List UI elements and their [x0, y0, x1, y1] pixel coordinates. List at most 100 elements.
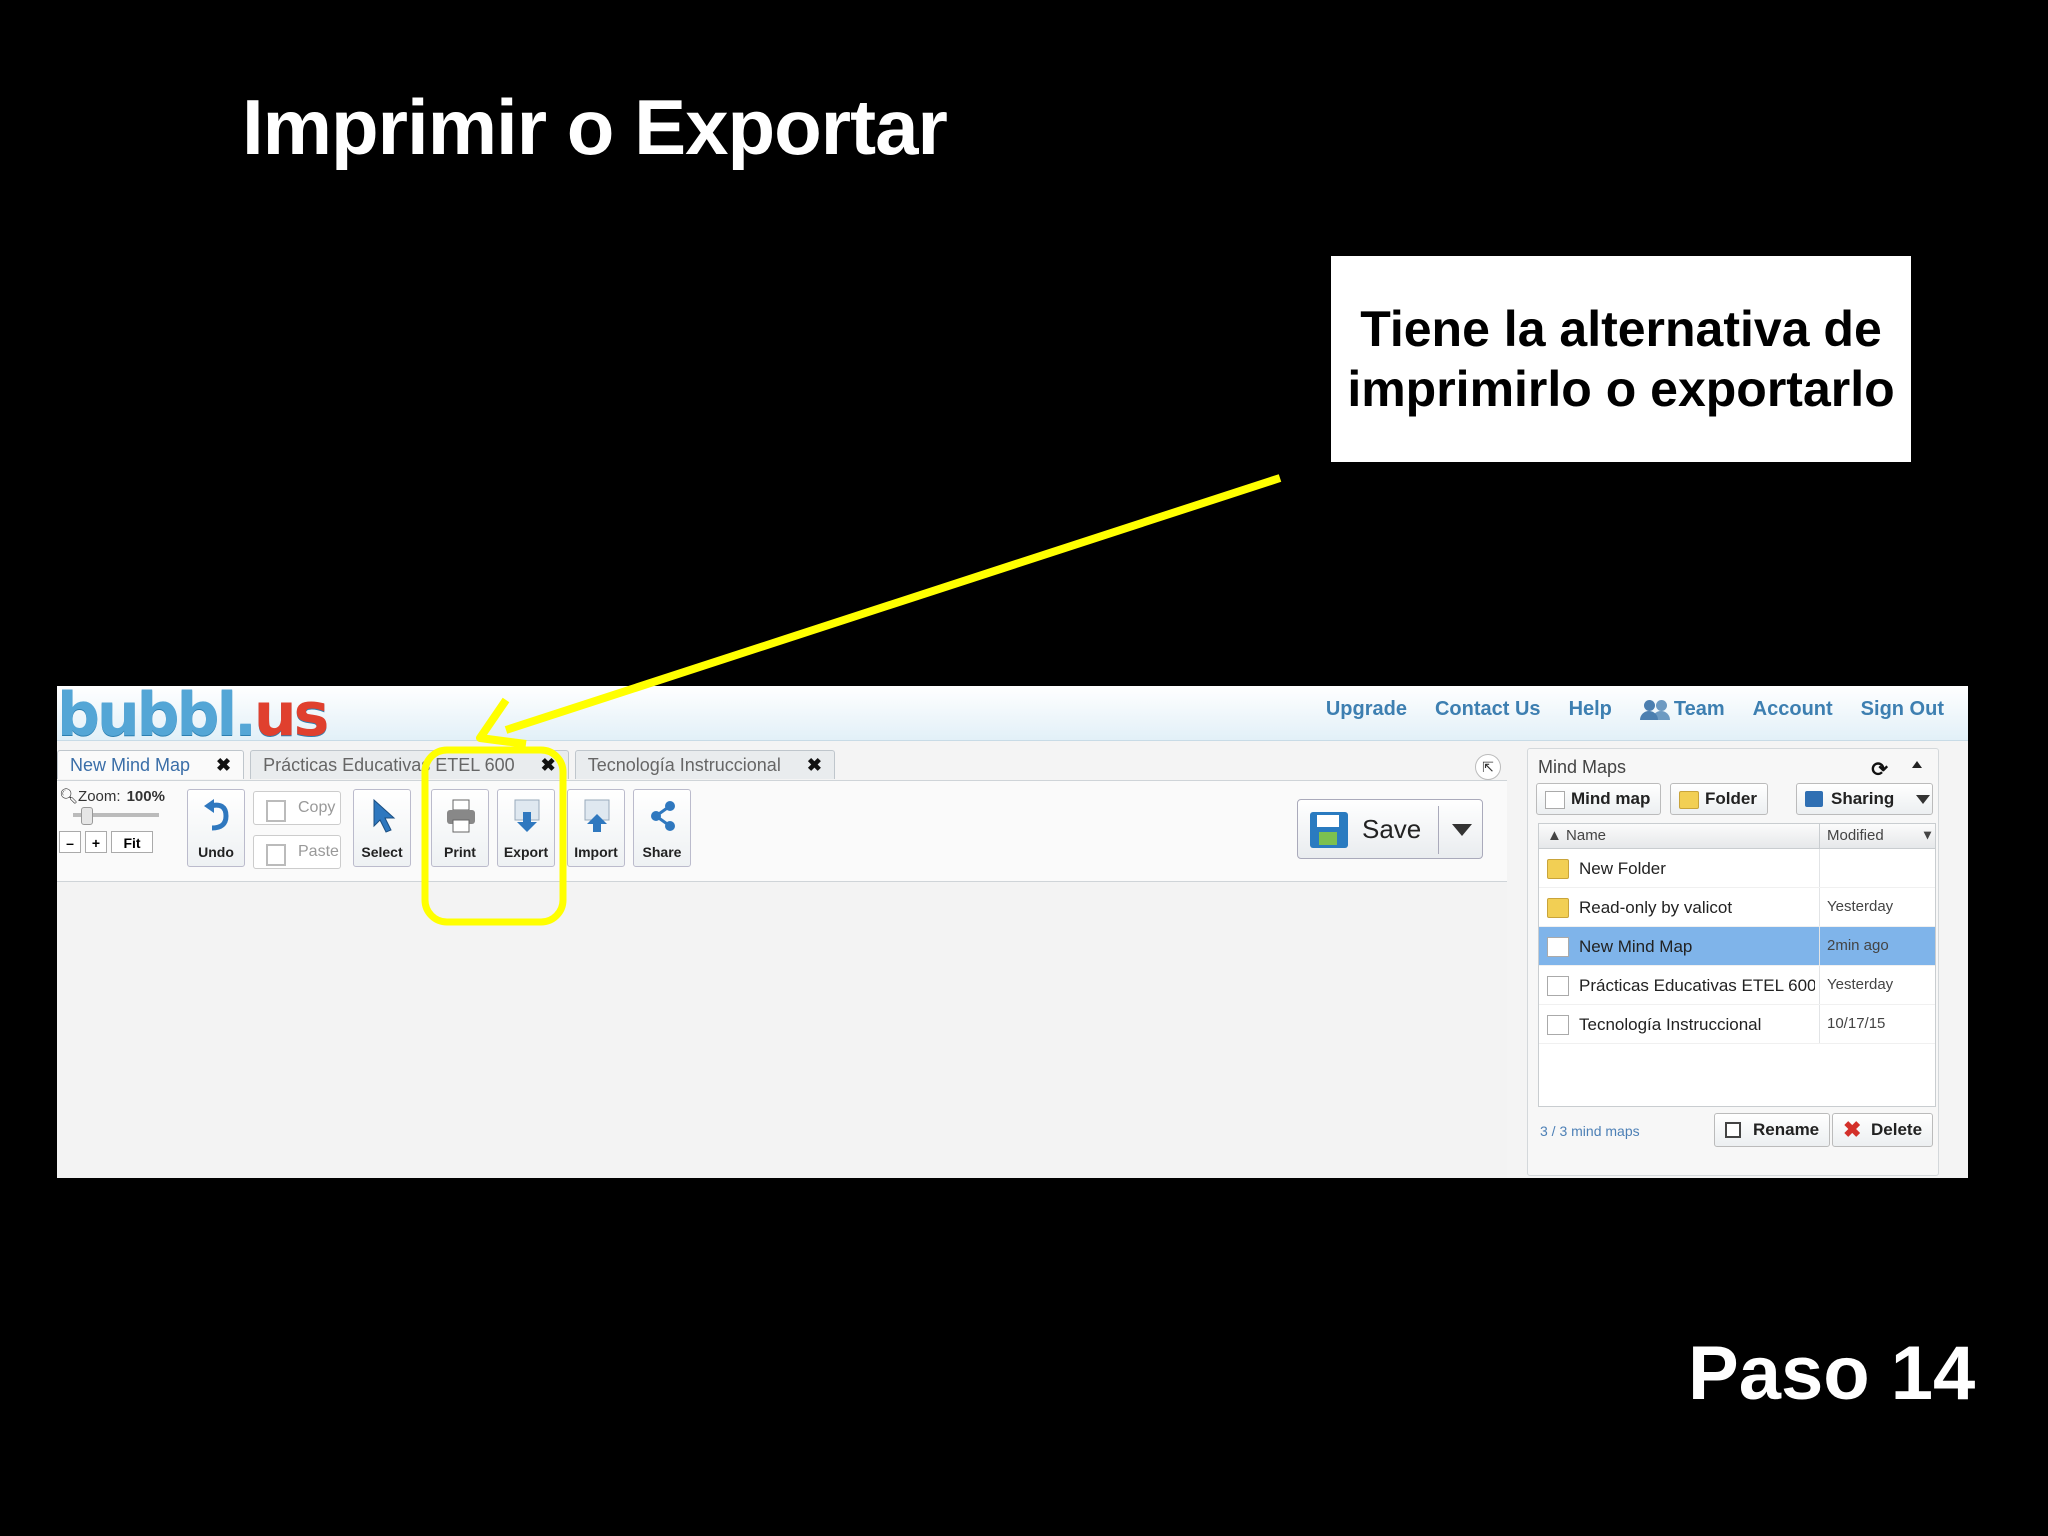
zoom-slider-knob[interactable]: [81, 807, 93, 825]
step-label: Paso 14: [1688, 1331, 1976, 1416]
bubblus-app-window: bubbl.us Upgrade Contact Us Help Team Ac…: [57, 686, 1968, 1178]
column-menu-icon[interactable]: ▾: [1924, 826, 1931, 843]
new-mind-map-button[interactable]: Mind map: [1536, 783, 1662, 815]
sharing-button[interactable]: Sharing: [1796, 783, 1934, 815]
column-divider: [1819, 1005, 1820, 1043]
item-name: Prácticas Educativas ETEL 600: [1579, 976, 1815, 995]
list-item[interactable]: Tecnología Instruccional 10/17/15: [1539, 1005, 1935, 1044]
copy-icon: [266, 800, 286, 822]
save-button[interactable]: Save: [1297, 799, 1483, 859]
export-button[interactable]: Export: [497, 789, 555, 867]
zoom-label: 🔍︎Zoom: 100%: [59, 788, 165, 805]
team-icon: [1639, 699, 1670, 720]
panel-title: Mind Maps: [1538, 757, 1627, 777]
panel-collapse-icon[interactable]: [1912, 761, 1922, 768]
rename-label: Rename: [1753, 1120, 1820, 1139]
save-label: Save: [1362, 814, 1422, 844]
select-label: Select: [361, 844, 403, 860]
mind-map-canvas[interactable]: [57, 882, 1507, 1178]
nav-signout-link[interactable]: Sign Out: [1861, 698, 1944, 721]
select-button[interactable]: Select: [353, 789, 411, 867]
column-divider: [1819, 888, 1820, 926]
undo-icon: [204, 799, 229, 831]
logo-accent-text: us: [253, 686, 329, 750]
column-divider: [1819, 966, 1820, 1004]
share-button[interactable]: Share: [633, 789, 691, 867]
new-mind-map-label: Mind map: [1571, 789, 1651, 808]
sharing-label: Sharing: [1831, 789, 1895, 808]
tab-practicas-educativas[interactable]: Prácticas Educativas ETEL 600 ✖: [250, 750, 569, 779]
close-icon[interactable]: ✖: [216, 755, 231, 776]
pointer-icon: [373, 798, 396, 833]
name-column-label: Name: [1566, 827, 1607, 844]
modified-column-header[interactable]: Modified: [1827, 827, 1884, 844]
tab-label: Prácticas Educativas ETEL 600: [263, 754, 515, 775]
item-modified: 2min ago: [1827, 937, 1889, 954]
slide-title: Imprimir o Exportar: [242, 83, 948, 171]
document-icon: [1547, 1015, 1569, 1035]
new-folder-button[interactable]: Folder: [1670, 783, 1768, 815]
item-modified: Yesterday: [1827, 976, 1894, 993]
folder-icon: [1547, 859, 1569, 879]
folder-icon: [1679, 791, 1699, 809]
share-icon: [651, 801, 675, 831]
tab-tecnologia-instruccional[interactable]: Tecnología Instruccional ✖: [574, 750, 835, 779]
share-label: Share: [642, 844, 682, 860]
tab-new-mind-map[interactable]: New Mind Map ✖: [57, 750, 245, 779]
paste-button[interactable]: Paste: [253, 835, 341, 869]
document-icon: [1547, 937, 1569, 957]
fit-button[interactable]: Fit: [111, 831, 153, 853]
nav-upgrade-link[interactable]: Upgrade: [1326, 698, 1407, 721]
new-folder-label: Folder: [1705, 789, 1757, 808]
top-nav: Upgrade Contact Us Help Team Account Sig…: [1326, 698, 1944, 721]
export-icon: [514, 799, 540, 832]
folder-icon: [1547, 898, 1569, 918]
list-item[interactable]: Read-only by valicot Yesterday: [1539, 888, 1935, 927]
zoom-slider[interactable]: [73, 807, 159, 825]
delete-icon: ✖: [1843, 1117, 1862, 1142]
name-column-header[interactable]: ▲ Name: [1547, 827, 1606, 844]
nav-account-link[interactable]: Account: [1753, 698, 1833, 721]
collapse-panel-icon[interactable]: ⇱: [1475, 754, 1501, 780]
delete-label: Delete: [1871, 1120, 1923, 1139]
nav-help-link[interactable]: Help: [1569, 698, 1612, 721]
toolbar: 🔍︎Zoom: 100% – + Fit Undo Copy Paste Sele…: [57, 780, 1507, 964]
undo-button[interactable]: Undo: [187, 789, 245, 867]
document-tabs: New Mind Map ✖ Prácticas Educativas ETEL…: [57, 750, 835, 780]
chevron-down-icon[interactable]: [1452, 824, 1472, 836]
import-button[interactable]: Import: [567, 789, 625, 867]
undo-label: Undo: [198, 844, 234, 860]
mind-maps-table: ▲ Name Modified ▾ New Folder Read-only b…: [1538, 823, 1936, 1107]
print-label: Print: [444, 844, 476, 860]
list-item[interactable]: Prácticas Educativas ETEL 600 Yesterday: [1539, 966, 1935, 1005]
copy-button[interactable]: Copy: [253, 791, 341, 825]
zoom-in-button[interactable]: +: [85, 831, 107, 853]
nav-contact-link[interactable]: Contact Us: [1435, 698, 1541, 721]
close-icon[interactable]: ✖: [807, 755, 822, 776]
item-name: New Folder: [1579, 859, 1666, 878]
chevron-down-icon[interactable]: [1916, 795, 1930, 804]
copy-label: Copy: [298, 799, 336, 816]
table-header: ▲ Name Modified ▾: [1539, 824, 1935, 849]
printer-icon: [447, 799, 475, 833]
refresh-icon[interactable]: ⟳: [1871, 757, 1888, 782]
nav-team-link[interactable]: Team: [1639, 698, 1725, 721]
delete-button[interactable]: ✖ Delete: [1832, 1113, 1934, 1147]
bubblus-logo[interactable]: bubbl.us: [57, 686, 329, 750]
list-item[interactable]: New Folder: [1539, 849, 1935, 888]
close-icon[interactable]: ✖: [541, 755, 556, 776]
print-button[interactable]: Print: [431, 789, 489, 867]
import-icon: [584, 799, 610, 832]
item-modified: 10/17/15: [1827, 1015, 1886, 1032]
column-divider[interactable]: [1819, 824, 1820, 848]
tab-label: New Mind Map: [70, 754, 191, 775]
zoom-out-button[interactable]: –: [59, 831, 81, 853]
zoom-value: 100%: [126, 788, 165, 805]
list-item-selected[interactable]: New Mind Map 2min ago: [1539, 927, 1935, 966]
rename-button[interactable]: Rename: [1714, 1113, 1831, 1147]
sharing-icon: [1805, 791, 1823, 807]
save-divider: [1438, 806, 1439, 854]
column-divider: [1819, 849, 1820, 887]
zoom-buttons: – + Fit: [59, 831, 169, 853]
import-label: Import: [574, 844, 618, 860]
